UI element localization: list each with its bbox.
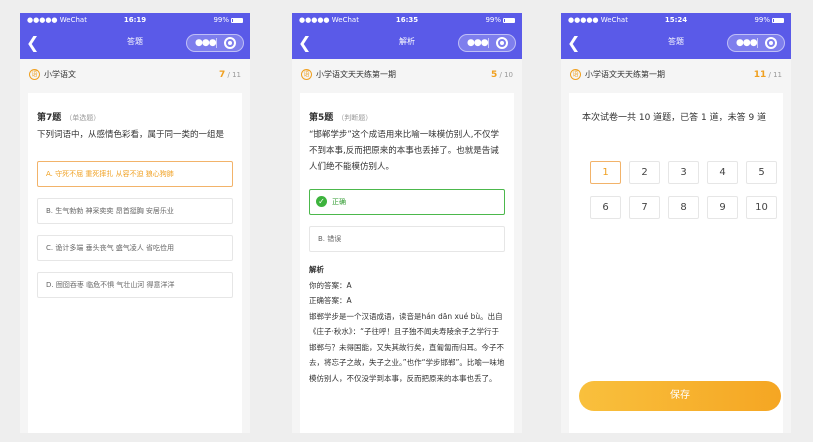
question-number-cell[interactable]: 8 [668, 196, 699, 219]
mini-program-capsule: ●●● [458, 34, 516, 52]
option-c[interactable]: C. 诡计多端 垂头丧气 盛气凌人 省吃俭用 [37, 235, 233, 261]
option-b[interactable]: B. 错误 [309, 226, 505, 252]
save-button[interactable]: 保存 [579, 381, 781, 411]
paper-name: 小学语文 [44, 70, 76, 79]
question-number-cell[interactable]: 2 [629, 161, 660, 184]
battery-indicator: 99% [485, 13, 515, 27]
status-bar: ●●●●● WeChat 16:19 99% [20, 13, 250, 27]
analysis-text: 邯郸学步是一个汉语成语，读音是hán dān xué bù。出自《庄子·秋水》：… [309, 311, 505, 383]
paper-badge-icon: 语 [570, 69, 581, 80]
question-number-cell[interactable]: 1 [590, 161, 621, 184]
question-number: 第7题 [37, 113, 62, 123]
option-label: 正确 [332, 198, 346, 206]
progress-current: 11 [753, 70, 767, 80]
question-text: “邯郸学步”这个成语用来比喻一味模仿别人,不仅学不到本事,反而把原来的本事也丢掉… [309, 130, 500, 172]
nav-bar: ❮ 答题 ●●● [20, 27, 250, 59]
question-number: 第5题 [309, 113, 334, 123]
nav-bar: ❮ 解析 ●●● [292, 27, 522, 59]
paper-badge-icon: 语 [301, 69, 312, 80]
close-target-icon[interactable] [496, 37, 508, 49]
option-list: ✓ 正确 B. 错误 [309, 189, 505, 252]
question-number-cell[interactable]: 4 [707, 161, 738, 184]
progress-current: 5 [491, 70, 498, 80]
question-number-cell[interactable]: 7 [629, 196, 660, 219]
close-target-icon[interactable] [765, 37, 777, 49]
more-icon[interactable]: ●●● [195, 37, 217, 49]
question-number-cell[interactable]: 5 [746, 161, 777, 184]
option-correct[interactable]: ✓ 正确 [309, 189, 505, 215]
progress-total: / 11 [768, 71, 783, 79]
battery-label: 99% [754, 16, 770, 24]
question-card: 第7题 （单选题） 下列词语中，从感情色彩看，属于同一类的一组是 A. 守死不屈 … [28, 93, 242, 433]
header: ●●●●● WeChat 16:35 99% ❮ 解析 ●●● [292, 13, 522, 59]
battery-label: 99% [485, 16, 501, 24]
question-heading: 第7题 （单选题） [37, 105, 233, 124]
battery-icon [231, 17, 243, 23]
paper-name: 小学语文天天练第一期 [585, 70, 665, 79]
header: ●●●●● WeChat 16:19 99% ❮ 答题 ●●● [20, 13, 250, 59]
paper-header: 语 小学语文 7 / 11 [20, 59, 250, 91]
header: ●●●●● WeChat 15:24 99% ❮ 答题 ●●● [561, 13, 791, 59]
phone-screen-2: ●●●●● WeChat 16:35 99% ❮ 解析 ●●● 语 小学语文天天… [292, 13, 522, 433]
question-number-cell[interactable]: 9 [707, 196, 738, 219]
question-progress: 11 / 11 [754, 59, 782, 91]
phone-screen-3: ●●●●● WeChat 15:24 99% ❮ 答题 ●●● 语 小学语文天天… [561, 13, 791, 433]
question-number-cell[interactable]: 3 [668, 161, 699, 184]
analysis-title: 解析 [309, 265, 324, 274]
progress-total: / 11 [227, 71, 242, 79]
more-icon[interactable]: ●●● [467, 37, 489, 49]
analysis-section: 解析 你的答案：A 正确答案：A 邯郸学步是一个汉语成语，读音是hán dān … [309, 262, 505, 386]
question-card: 第5题 （判断题） “邯郸学步”这个成语用来比喻一味模仿别人,不仅学不到本事,反而… [300, 93, 514, 433]
correct-answer: 正确答案：A [309, 296, 352, 305]
phone-screen-1: ●●●●● WeChat 16:19 99% ❮ 答题 ●●● 语 小学语文 7… [20, 13, 250, 433]
answer-summary: 本次试卷一共 10 道题，已答 1 道，未答 9 道 [582, 113, 767, 123]
option-list: A. 守死不屈 重死摔扎 从容不迫 狼心狗肺 B. 生气勃勃 神采奕奕 昂首挺胸… [37, 161, 233, 298]
paper-header: 语 小学语文天天练第一期 5 / 10 [292, 59, 522, 91]
battery-icon [772, 17, 784, 23]
question-type: （单选题） [65, 114, 101, 122]
paper-header: 语 小学语文天天练第一期 11 / 11 [561, 59, 791, 91]
battery-label: 99% [213, 16, 229, 24]
check-circle-icon: ✓ [316, 196, 327, 207]
progress-total: / 10 [499, 71, 514, 79]
capsule-divider [488, 38, 489, 48]
question-text: 下列词语中，从感情色彩看，属于同一类的一组是 [37, 130, 225, 140]
question-progress: 5 / 10 [491, 59, 513, 91]
question-heading: 第5题 （判断题） [309, 105, 505, 124]
capsule-divider [757, 38, 758, 48]
status-bar: ●●●●● WeChat 15:24 99% [561, 13, 791, 27]
mini-program-capsule: ●●● [727, 34, 785, 52]
option-b[interactable]: B. 生气勃勃 神采奕奕 昂首挺胸 安居乐业 [37, 198, 233, 224]
battery-icon [503, 17, 515, 23]
status-bar: ●●●●● WeChat 16:35 99% [292, 13, 522, 27]
battery-indicator: 99% [754, 13, 784, 27]
battery-indicator: 99% [213, 13, 243, 27]
your-answer: 你的答案：A [309, 280, 352, 290]
more-icon[interactable]: ●●● [736, 37, 758, 49]
question-number-cell[interactable]: 6 [590, 196, 621, 219]
question-number-cell[interactable]: 10 [746, 196, 777, 219]
mini-program-capsule: ●●● [186, 34, 244, 52]
nav-bar: ❮ 答题 ●●● [561, 27, 791, 59]
question-type: （判断题） [337, 114, 373, 122]
option-a[interactable]: A. 守死不屈 重死摔扎 从容不迫 狼心狗肺 [37, 161, 233, 187]
option-d[interactable]: D. 囫囵吞枣 临危不惧 气壮山河 得意洋洋 [37, 272, 233, 298]
progress-current: 7 [219, 70, 226, 80]
paper-name: 小学语文天天练第一期 [316, 70, 396, 79]
close-target-icon[interactable] [224, 37, 236, 49]
question-progress: 7 / 11 [219, 59, 241, 91]
paper-badge-icon: 语 [29, 69, 40, 80]
capsule-divider [216, 38, 217, 48]
